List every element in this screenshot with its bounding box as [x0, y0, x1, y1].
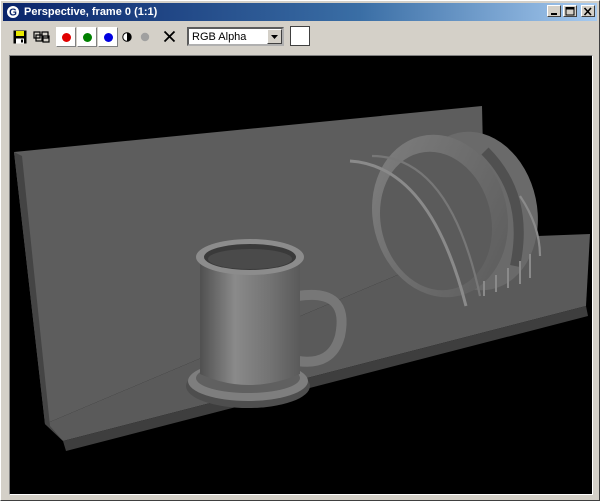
maximize-button[interactable] — [563, 5, 577, 17]
toolbar: RGB Alpha — [3, 23, 597, 51]
svg-text:G: G — [9, 8, 17, 19]
3dsmax-logo-icon[interactable]: G — [6, 5, 20, 19]
channel-select-value: RGB Alpha — [192, 30, 247, 43]
window-title: Perspective, frame 0 (1:1) — [24, 6, 158, 18]
red-channel-icon — [61, 32, 71, 42]
close-icon — [583, 6, 592, 16]
clear-button[interactable] — [160, 26, 178, 47]
rendered-scene — [10, 56, 592, 494]
blue-channel-toggle[interactable] — [98, 27, 118, 47]
red-channel-toggle[interactable] — [56, 27, 76, 47]
green-channel-icon — [82, 32, 92, 42]
close-button[interactable] — [581, 5, 595, 17]
minimize-button[interactable] — [547, 5, 561, 17]
green-channel-toggle[interactable] — [77, 27, 97, 47]
render-viewport[interactable] — [9, 55, 593, 495]
maximize-icon — [565, 6, 575, 15]
save-image-button[interactable] — [11, 26, 29, 47]
color-swatch[interactable] — [290, 26, 310, 46]
clone-icon — [32, 30, 50, 43]
title-bar[interactable]: G Perspective, frame 0 (1:1) — [3, 3, 597, 21]
monochrome-button[interactable] — [119, 26, 135, 47]
blue-channel-icon — [103, 32, 113, 42]
alpha-channel-button[interactable] — [137, 26, 153, 47]
monochrome-icon — [122, 31, 132, 42]
clone-window-button[interactable] — [31, 26, 51, 47]
frame-buffer-window: G Perspective, frame 0 (1:1) RGB Alpha — [0, 0, 600, 501]
minimize-icon — [551, 12, 557, 15]
clear-icon — [163, 30, 175, 43]
save-icon — [13, 30, 27, 43]
alpha-icon — [140, 32, 150, 41]
channel-select[interactable]: RGB Alpha — [187, 27, 284, 46]
dropdown-arrow-icon[interactable] — [267, 29, 282, 44]
